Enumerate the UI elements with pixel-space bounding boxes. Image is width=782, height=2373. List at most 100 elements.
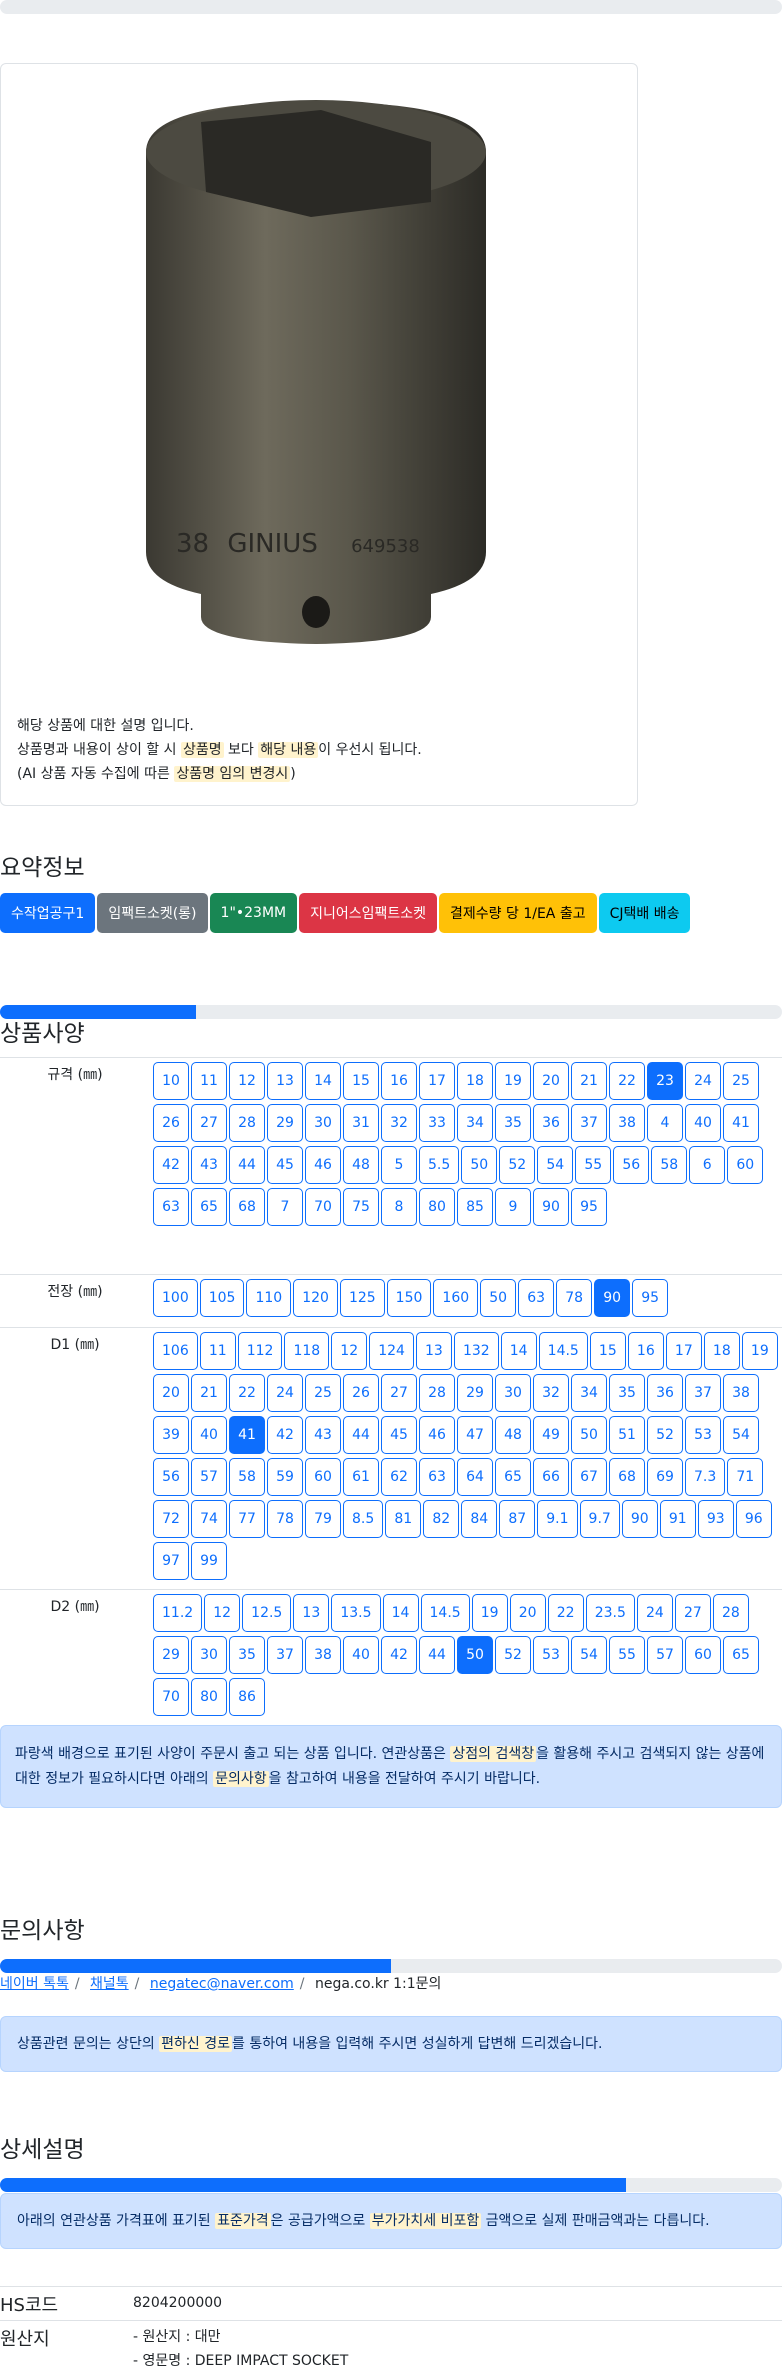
spec-option[interactable]: 44 <box>419 1636 455 1674</box>
spec-option[interactable]: 43 <box>191 1146 227 1184</box>
spec-option[interactable]: 106 <box>153 1332 198 1370</box>
link-naver-talk[interactable]: 네이버 톡톡 <box>0 1976 69 1992</box>
spec-option[interactable]: 40 <box>343 1636 379 1674</box>
spec-option[interactable]: 13 <box>415 1332 452 1370</box>
spec-option[interactable]: 17 <box>665 1332 702 1370</box>
spec-option[interactable]: 30 <box>495 1374 531 1412</box>
spec-option[interactable]: 19 <box>741 1332 778 1370</box>
spec-option[interactable]: 24 <box>636 1594 673 1632</box>
spec-option[interactable]: 12 <box>204 1594 241 1632</box>
spec-option[interactable]: 19 <box>471 1594 508 1632</box>
spec-option[interactable]: 86 <box>229 1678 265 1716</box>
spec-option[interactable]: 17 <box>419 1062 455 1100</box>
spec-option[interactable]: 67 <box>571 1458 607 1496</box>
spec-option[interactable]: 59 <box>267 1458 303 1496</box>
spec-option[interactable]: 35 <box>609 1374 645 1412</box>
spec-option[interactable]: 41 <box>723 1104 759 1142</box>
spec-option[interactable]: 16 <box>381 1062 417 1100</box>
spec-option[interactable]: 90 <box>621 1500 658 1538</box>
spec-option[interactable]: 22 <box>229 1374 265 1412</box>
spec-option[interactable]: 31 <box>343 1104 379 1142</box>
spec-option[interactable]: 70 <box>305 1188 341 1226</box>
spec-option[interactable]: 80 <box>419 1188 455 1226</box>
spec-option[interactable]: 38 <box>305 1636 341 1674</box>
spec-option[interactable]: 62 <box>381 1458 417 1496</box>
spec-option[interactable]: 11.2 <box>153 1594 203 1632</box>
spec-option[interactable]: 97 <box>153 1542 189 1580</box>
spec-option[interactable]: 100 <box>153 1279 198 1317</box>
spec-option[interactable]: 48 <box>495 1416 531 1454</box>
spec-option[interactable]: 49 <box>533 1416 569 1454</box>
spec-option[interactable]: 13 <box>293 1594 330 1632</box>
spec-option[interactable]: 57 <box>647 1636 683 1674</box>
spec-option[interactable]: 5 <box>381 1146 417 1184</box>
spec-option[interactable]: 52 <box>499 1146 536 1184</box>
spec-option[interactable]: 65 <box>191 1188 227 1226</box>
spec-option[interactable]: 14 <box>382 1594 419 1632</box>
spec-option[interactable]: 75 <box>343 1188 379 1226</box>
spec-option[interactable]: 35 <box>495 1104 531 1142</box>
spec-option[interactable]: 9.1 <box>537 1500 578 1538</box>
spec-option[interactable]: 70 <box>153 1678 189 1716</box>
spec-option[interactable]: 4 <box>647 1104 683 1142</box>
spec-option[interactable]: 99 <box>191 1542 227 1580</box>
spec-option[interactable]: 8.5 <box>343 1500 384 1538</box>
spec-option[interactable]: 68 <box>609 1458 645 1496</box>
spec-option[interactable]: 25 <box>305 1374 341 1412</box>
spec-option[interactable]: 7.3 <box>685 1458 726 1496</box>
spec-option[interactable]: 20 <box>509 1594 546 1632</box>
spec-option[interactable]: 24 <box>685 1062 721 1100</box>
spec-option[interactable]: 52 <box>495 1636 531 1674</box>
spec-option[interactable]: 71 <box>727 1458 764 1496</box>
spec-option[interactable]: 79 <box>305 1500 341 1538</box>
spec-option[interactable]: 118 <box>284 1332 330 1370</box>
spec-option[interactable]: 24 <box>267 1374 303 1412</box>
spec-option[interactable]: 61 <box>343 1458 379 1496</box>
spec-option[interactable]: 5.5 <box>419 1146 460 1184</box>
spec-option[interactable]: 13 <box>267 1062 303 1100</box>
spec-option[interactable]: 42 <box>267 1416 303 1454</box>
spec-option[interactable]: 160 <box>433 1279 479 1317</box>
spec-option-selected[interactable]: 23 <box>647 1062 683 1100</box>
spec-option[interactable]: 40 <box>191 1416 227 1454</box>
spec-option[interactable]: 50 <box>480 1279 517 1317</box>
spec-option[interactable]: 21 <box>191 1374 227 1412</box>
spec-option[interactable]: 15 <box>589 1332 626 1370</box>
spec-option[interactable]: 6 <box>689 1146 726 1184</box>
spec-option[interactable]: 15 <box>343 1062 379 1100</box>
spec-option[interactable]: 50 <box>461 1146 498 1184</box>
spec-option[interactable]: 93 <box>697 1500 734 1538</box>
spec-option[interactable]: 28 <box>419 1374 455 1412</box>
spec-option[interactable]: 19 <box>495 1062 531 1100</box>
spec-option[interactable]: 32 <box>381 1104 417 1142</box>
spec-option[interactable]: 29 <box>457 1374 493 1412</box>
spec-option[interactable]: 72 <box>153 1500 189 1538</box>
spec-option[interactable]: 55 <box>609 1636 645 1674</box>
spec-option[interactable]: 14.5 <box>538 1332 588 1370</box>
spec-option[interactable]: 29 <box>153 1636 189 1674</box>
spec-option[interactable]: 124 <box>369 1332 414 1370</box>
spec-option[interactable]: 34 <box>571 1374 607 1412</box>
spec-option[interactable]: 32 <box>533 1374 569 1412</box>
spec-option[interactable]: 80 <box>191 1678 227 1716</box>
spec-option[interactable]: 43 <box>305 1416 341 1454</box>
spec-option[interactable]: 35 <box>229 1636 265 1674</box>
spec-option[interactable]: 63 <box>419 1458 455 1496</box>
spec-option[interactable]: 38 <box>609 1104 645 1142</box>
spec-option[interactable]: 65 <box>723 1636 759 1674</box>
spec-option[interactable]: 60 <box>305 1458 341 1496</box>
spec-option-selected[interactable]: 50 <box>457 1636 493 1674</box>
spec-option[interactable]: 112 <box>237 1332 283 1370</box>
spec-option[interactable]: 8 <box>381 1188 417 1226</box>
spec-option[interactable]: 44 <box>229 1146 265 1184</box>
spec-option[interactable]: 7 <box>267 1188 303 1226</box>
spec-option[interactable]: 105 <box>199 1279 245 1317</box>
spec-option[interactable]: 78 <box>267 1500 303 1538</box>
spec-option[interactable]: 30 <box>305 1104 341 1142</box>
spec-option[interactable]: 27 <box>381 1374 417 1412</box>
spec-option[interactable]: 63 <box>518 1279 555 1317</box>
spec-option[interactable]: 20 <box>153 1374 189 1412</box>
spec-option[interactable]: 22 <box>609 1062 645 1100</box>
spec-option[interactable]: 38 <box>723 1374 759 1412</box>
spec-option[interactable]: 12.5 <box>242 1594 292 1632</box>
